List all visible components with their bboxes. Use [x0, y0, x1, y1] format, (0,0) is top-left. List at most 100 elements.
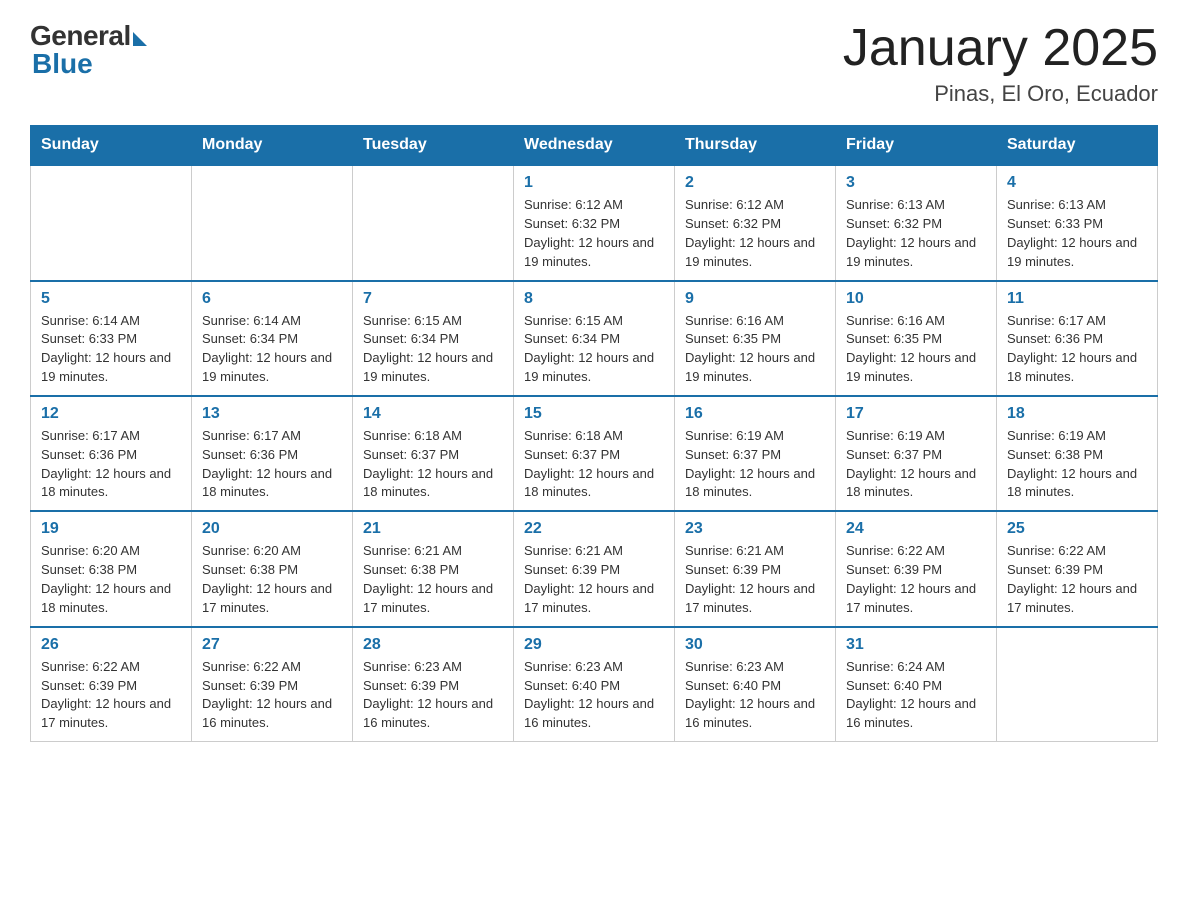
day-info: Sunrise: 6:17 AM Sunset: 6:36 PM Dayligh… [202, 427, 342, 502]
calendar-cell: 18 Sunrise: 6:19 AM Sunset: 6:38 PM Dayli… [997, 396, 1158, 511]
day-number: 15 [524, 405, 664, 423]
calendar-cell: 9 Sunrise: 6:16 AM Sunset: 6:35 PM Daylig… [675, 281, 836, 396]
calendar-cell: 5 Sunrise: 6:14 AM Sunset: 6:33 PM Daylig… [31, 281, 192, 396]
calendar-cell: 14 Sunrise: 6:18 AM Sunset: 6:37 PM Dayli… [353, 396, 514, 511]
day-number: 2 [685, 174, 825, 192]
day-number: 4 [1007, 174, 1147, 192]
day-number: 7 [363, 290, 503, 308]
logo-arrow-icon [133, 32, 147, 46]
day-info: Sunrise: 6:18 AM Sunset: 6:37 PM Dayligh… [363, 427, 503, 502]
col-header-monday: Monday [192, 126, 353, 166]
day-info: Sunrise: 6:12 AM Sunset: 6:32 PM Dayligh… [524, 196, 664, 271]
logo: General Blue [30, 20, 147, 80]
day-number: 14 [363, 405, 503, 423]
day-info: Sunrise: 6:22 AM Sunset: 6:39 PM Dayligh… [41, 658, 181, 733]
day-info: Sunrise: 6:24 AM Sunset: 6:40 PM Dayligh… [846, 658, 986, 733]
day-info: Sunrise: 6:21 AM Sunset: 6:39 PM Dayligh… [685, 542, 825, 617]
day-info: Sunrise: 6:23 AM Sunset: 6:40 PM Dayligh… [685, 658, 825, 733]
page-header: General Blue January 2025 Pinas, El Oro,… [30, 20, 1158, 107]
month-title: January 2025 [843, 20, 1158, 77]
day-number: 16 [685, 405, 825, 423]
location-text: Pinas, El Oro, Ecuador [843, 81, 1158, 107]
calendar-cell: 27 Sunrise: 6:22 AM Sunset: 6:39 PM Dayli… [192, 627, 353, 742]
col-header-wednesday: Wednesday [514, 126, 675, 166]
day-info: Sunrise: 6:20 AM Sunset: 6:38 PM Dayligh… [41, 542, 181, 617]
day-info: Sunrise: 6:21 AM Sunset: 6:38 PM Dayligh… [363, 542, 503, 617]
day-info: Sunrise: 6:14 AM Sunset: 6:33 PM Dayligh… [41, 312, 181, 387]
calendar-header-row: SundayMondayTuesdayWednesdayThursdayFrid… [31, 126, 1158, 166]
day-number: 23 [685, 520, 825, 538]
day-info: Sunrise: 6:19 AM Sunset: 6:37 PM Dayligh… [846, 427, 986, 502]
day-number: 28 [363, 636, 503, 654]
calendar-cell: 6 Sunrise: 6:14 AM Sunset: 6:34 PM Daylig… [192, 281, 353, 396]
calendar-cell: 2 Sunrise: 6:12 AM Sunset: 6:32 PM Daylig… [675, 165, 836, 280]
calendar-cell: 21 Sunrise: 6:21 AM Sunset: 6:38 PM Dayli… [353, 511, 514, 626]
day-number: 27 [202, 636, 342, 654]
day-info: Sunrise: 6:18 AM Sunset: 6:37 PM Dayligh… [524, 427, 664, 502]
calendar-cell: 1Sunrise: 6:12 AM Sunset: 6:32 PM Daylig… [514, 165, 675, 280]
col-header-sunday: Sunday [31, 126, 192, 166]
day-number: 5 [41, 290, 181, 308]
day-number: 18 [1007, 405, 1147, 423]
col-header-tuesday: Tuesday [353, 126, 514, 166]
calendar-cell: 20 Sunrise: 6:20 AM Sunset: 6:38 PM Dayli… [192, 511, 353, 626]
week-row-4: 19 Sunrise: 6:20 AM Sunset: 6:38 PM Dayli… [31, 511, 1158, 626]
day-info: Sunrise: 6:15 AM Sunset: 6:34 PM Dayligh… [363, 312, 503, 387]
day-info: Sunrise: 6:14 AM Sunset: 6:34 PM Dayligh… [202, 312, 342, 387]
calendar-cell: 19 Sunrise: 6:20 AM Sunset: 6:38 PM Dayli… [31, 511, 192, 626]
col-header-saturday: Saturday [997, 126, 1158, 166]
calendar-cell: 23 Sunrise: 6:21 AM Sunset: 6:39 PM Dayli… [675, 511, 836, 626]
day-info: Sunrise: 6:20 AM Sunset: 6:38 PM Dayligh… [202, 542, 342, 617]
day-info: Sunrise: 6:16 AM Sunset: 6:35 PM Dayligh… [846, 312, 986, 387]
day-number: 20 [202, 520, 342, 538]
day-number: 12 [41, 405, 181, 423]
day-info: Sunrise: 6:17 AM Sunset: 6:36 PM Dayligh… [1007, 312, 1147, 387]
calendar-cell: 17 Sunrise: 6:19 AM Sunset: 6:37 PM Dayli… [836, 396, 997, 511]
week-row-2: 5 Sunrise: 6:14 AM Sunset: 6:33 PM Daylig… [31, 281, 1158, 396]
logo-blue-text: Blue [32, 48, 93, 80]
day-number: 10 [846, 290, 986, 308]
calendar-cell: 3 Sunrise: 6:13 AM Sunset: 6:32 PM Daylig… [836, 165, 997, 280]
day-number: 31 [846, 636, 986, 654]
day-number: 19 [41, 520, 181, 538]
day-number: 9 [685, 290, 825, 308]
calendar-cell: 29Sunrise: 6:23 AM Sunset: 6:40 PM Dayli… [514, 627, 675, 742]
calendar-cell: 7 Sunrise: 6:15 AM Sunset: 6:34 PM Daylig… [353, 281, 514, 396]
day-number: 13 [202, 405, 342, 423]
calendar-cell [353, 165, 514, 280]
day-info: Sunrise: 6:21 AM Sunset: 6:39 PM Dayligh… [524, 542, 664, 617]
day-number: 6 [202, 290, 342, 308]
day-info: Sunrise: 6:17 AM Sunset: 6:36 PM Dayligh… [41, 427, 181, 502]
day-info: Sunrise: 6:12 AM Sunset: 6:32 PM Dayligh… [685, 196, 825, 271]
calendar-cell: 11Sunrise: 6:17 AM Sunset: 6:36 PM Dayli… [997, 281, 1158, 396]
calendar-cell: 13 Sunrise: 6:17 AM Sunset: 6:36 PM Dayli… [192, 396, 353, 511]
calendar-cell: 22Sunrise: 6:21 AM Sunset: 6:39 PM Dayli… [514, 511, 675, 626]
calendar-cell: 16 Sunrise: 6:19 AM Sunset: 6:37 PM Dayli… [675, 396, 836, 511]
day-info: Sunrise: 6:13 AM Sunset: 6:32 PM Dayligh… [846, 196, 986, 271]
day-number: 17 [846, 405, 986, 423]
day-number: 3 [846, 174, 986, 192]
day-number: 21 [363, 520, 503, 538]
week-row-3: 12 Sunrise: 6:17 AM Sunset: 6:36 PM Dayli… [31, 396, 1158, 511]
day-info: Sunrise: 6:19 AM Sunset: 6:38 PM Dayligh… [1007, 427, 1147, 502]
week-row-5: 26 Sunrise: 6:22 AM Sunset: 6:39 PM Dayli… [31, 627, 1158, 742]
day-number: 29 [524, 636, 664, 654]
day-number: 25 [1007, 520, 1147, 538]
col-header-friday: Friday [836, 126, 997, 166]
day-info: Sunrise: 6:23 AM Sunset: 6:39 PM Dayligh… [363, 658, 503, 733]
day-info: Sunrise: 6:13 AM Sunset: 6:33 PM Dayligh… [1007, 196, 1147, 271]
day-info: Sunrise: 6:19 AM Sunset: 6:37 PM Dayligh… [685, 427, 825, 502]
day-info: Sunrise: 6:15 AM Sunset: 6:34 PM Dayligh… [524, 312, 664, 387]
day-info: Sunrise: 6:22 AM Sunset: 6:39 PM Dayligh… [1007, 542, 1147, 617]
calendar-cell: 24Sunrise: 6:22 AM Sunset: 6:39 PM Dayli… [836, 511, 997, 626]
calendar-cell: 28 Sunrise: 6:23 AM Sunset: 6:39 PM Dayli… [353, 627, 514, 742]
day-number: 8 [524, 290, 664, 308]
day-info: Sunrise: 6:22 AM Sunset: 6:39 PM Dayligh… [202, 658, 342, 733]
title-block: January 2025 Pinas, El Oro, Ecuador [843, 20, 1158, 107]
calendar-cell: 8 Sunrise: 6:15 AM Sunset: 6:34 PM Daylig… [514, 281, 675, 396]
day-info: Sunrise: 6:16 AM Sunset: 6:35 PM Dayligh… [685, 312, 825, 387]
calendar-cell: 31 Sunrise: 6:24 AM Sunset: 6:40 PM Dayli… [836, 627, 997, 742]
day-number: 26 [41, 636, 181, 654]
week-row-1: 1Sunrise: 6:12 AM Sunset: 6:32 PM Daylig… [31, 165, 1158, 280]
calendar-cell: 12 Sunrise: 6:17 AM Sunset: 6:36 PM Dayli… [31, 396, 192, 511]
